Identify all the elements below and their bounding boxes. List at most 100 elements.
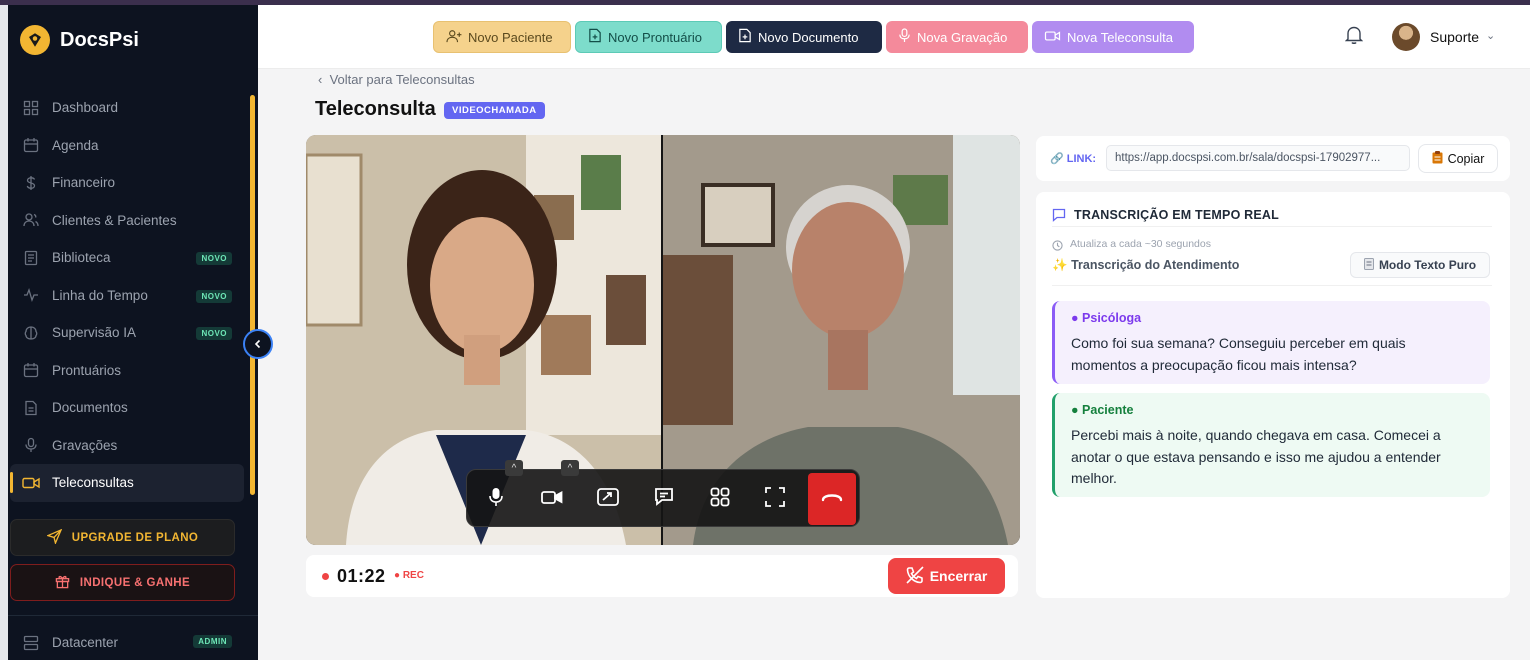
call-timer: 01:22 <box>337 566 386 586</box>
camera-toggle-button[interactable] <box>534 481 570 517</box>
link-label-text: LINK: <box>1066 153 1097 165</box>
video-icon <box>541 489 563 510</box>
end-call-button[interactable]: Encerrar <box>888 558 1005 594</box>
sidebar-item-label: Financeiro <box>52 175 116 191</box>
clock-icon <box>1052 238 1063 256</box>
refer-earn-button[interactable]: INDIQUE & GANHE <box>10 564 235 601</box>
sidebar-item-gravacoes[interactable]: Gravações <box>10 427 244 465</box>
copy-link-button[interactable]: Copiar <box>1418 144 1498 173</box>
chevron-down-icon[interactable]: ⌄ <box>1486 29 1495 42</box>
sidebar-item-label: Supervisão IA <box>52 325 137 341</box>
hang-up-button[interactable] <box>808 473 856 525</box>
back-link[interactable]: ‹ Voltar para Teleconsultas <box>318 72 475 87</box>
calendar-icon <box>22 136 40 154</box>
sidebar-item-linha-do-tempo[interactable]: Linha do Tempo NOVO <box>10 277 244 315</box>
sidebar-item-teleconsultas[interactable]: Teleconsultas <box>10 464 244 502</box>
mic-toggle-button[interactable] <box>478 481 514 517</box>
message-text: Percebi mais à noite, quando chegava em … <box>1071 427 1441 486</box>
new-recording-button[interactable]: Nova Gravação <box>886 21 1028 53</box>
video-icon <box>22 474 40 492</box>
phone-off-icon <box>906 565 924 587</box>
layout-button[interactable] <box>702 481 738 517</box>
sidebar-item-prontuarios[interactable]: Prontuários <box>10 352 244 390</box>
book-icon <box>22 249 40 267</box>
chat-icon <box>1052 208 1066 227</box>
rec-indicator: ● REC <box>394 570 424 581</box>
new-patient-label: Novo Paciente <box>468 29 553 45</box>
share-screen-button[interactable] <box>590 481 626 517</box>
transcription-card: TRANSCRIÇÃO EM TEMPO REAL Atualiza a cad… <box>1036 192 1510 598</box>
sidebar-item-financeiro[interactable]: Financeiro <box>10 164 244 202</box>
link-label: 🔗 LINK: <box>1050 152 1096 165</box>
recording-bar: 01:22 ● REC Encerrar <box>306 555 1018 597</box>
phone-hangup-icon <box>821 490 843 508</box>
meeting-link-card: 🔗 LINK: https://app.docspsi.com.br/sala/… <box>1036 136 1510 181</box>
speaker-label: ● Paciente <box>1071 403 1134 417</box>
sidebar-item-label: Datacenter <box>52 635 119 651</box>
top-header: Novo Paciente Novo Prontuário Novo Docum… <box>258 5 1530 69</box>
recording-dot-icon <box>322 573 329 580</box>
bell-icon[interactable] <box>1344 25 1365 47</box>
sidebar-nav: Dashboard Agenda Financeiro Clientes & P… <box>10 89 244 502</box>
sidebar-item-label: Biblioteca <box>52 250 111 266</box>
sidebar-item-label: Prontuários <box>52 362 122 378</box>
sidebar-item-label: Dashboard <box>52 100 119 116</box>
speaker-name: Psicóloga <box>1082 311 1142 325</box>
sidebar-divider <box>8 615 258 616</box>
video-call-area[interactable]: ^ ^ <box>306 135 1020 545</box>
brand[interactable]: DocsPsi <box>20 25 139 55</box>
sidebar-item-documentos[interactable]: Documentos <box>10 389 244 427</box>
sidebar-item-label: Agenda <box>52 137 99 153</box>
fullscreen-button[interactable] <box>757 481 793 517</box>
call-controls: ^ ^ <box>466 460 860 527</box>
sidebar-item-datacenter[interactable]: Datacenter ADMIN <box>10 624 244 660</box>
sidebar-item-label: Clientes & Pacientes <box>52 212 177 228</box>
sidebar-item-agenda[interactable]: Agenda <box>10 127 244 165</box>
brain-icon <box>22 324 40 342</box>
sidebar-scrollbar[interactable] <box>250 95 255 495</box>
refer-label: INDIQUE & GANHE <box>79 576 191 589</box>
file-icon <box>22 399 40 417</box>
mic-icon <box>22 436 40 454</box>
transcript-message: ● Psicóloga Como foi sua semana? Consegu… <box>1052 301 1490 384</box>
new-patient-button[interactable]: Novo Paciente <box>433 21 571 53</box>
page-title: Teleconsulta <box>315 98 436 120</box>
chevron-left-icon: ‹ <box>318 72 330 87</box>
user-name[interactable]: Suporte <box>1430 29 1479 45</box>
new-badge: NOVO <box>196 327 232 340</box>
sidebar-item-supervisao-ia[interactable]: Supervisão IA NOVO <box>10 314 244 352</box>
sidebar-item-label: Gravações <box>52 437 118 453</box>
chevron-up-icon[interactable]: ^ <box>561 460 579 476</box>
back-label: Voltar para Teleconsultas <box>329 72 475 87</box>
gift-icon <box>55 574 70 592</box>
share-screen-icon <box>597 487 619 511</box>
sparkles-icon: ✨ <box>1052 258 1068 272</box>
message-text: Como foi sua semana? Conseguiu perceber … <box>1071 335 1406 373</box>
sidebar-item-biblioteca[interactable]: Biblioteca NOVO <box>10 239 244 277</box>
upgrade-label: UPGRADE DE PLANO <box>71 531 199 544</box>
chat-button[interactable] <box>646 481 682 517</box>
sidebar-item-clientes[interactable]: Clientes & Pacientes <box>10 202 244 240</box>
sidebar-item-dashboard[interactable]: Dashboard <box>10 89 244 127</box>
status-badge: VIDEOCHAMADA <box>444 102 545 119</box>
transcript-message: ● Paciente Percebi mais à noite, quando … <box>1052 393 1490 497</box>
plain-text-mode-button[interactable]: Modo Texto Puro <box>1350 252 1490 278</box>
copy-label: Copiar <box>1447 151 1485 166</box>
user-plus-icon <box>446 29 462 46</box>
chevron-up-icon[interactable]: ^ <box>505 460 523 476</box>
admin-badge: ADMIN <box>193 635 232 648</box>
send-icon <box>45 528 63 547</box>
collapse-sidebar-button[interactable] <box>243 329 273 359</box>
new-document-button[interactable]: Novo Documento <box>726 21 882 53</box>
new-badge: NOVO <box>196 289 232 303</box>
avatar[interactable] <box>1392 23 1420 51</box>
new-record-button[interactable]: Novo Prontuário <box>575 21 722 53</box>
new-teleconsult-button[interactable]: Nova Teleconsulta <box>1032 21 1194 53</box>
file-plus-icon <box>738 28 752 46</box>
sidebar-item-label: Documentos <box>52 400 128 416</box>
chat-icon <box>654 487 674 511</box>
upgrade-plan-button[interactable]: UPGRADE DE PLANO <box>10 519 235 556</box>
meeting-link-field[interactable]: https://app.docspsi.com.br/sala/docspsi-… <box>1106 145 1410 171</box>
fullscreen-icon <box>765 486 785 512</box>
transcription-heading: ✨ Transcrição do Atendimento <box>1052 258 1239 273</box>
